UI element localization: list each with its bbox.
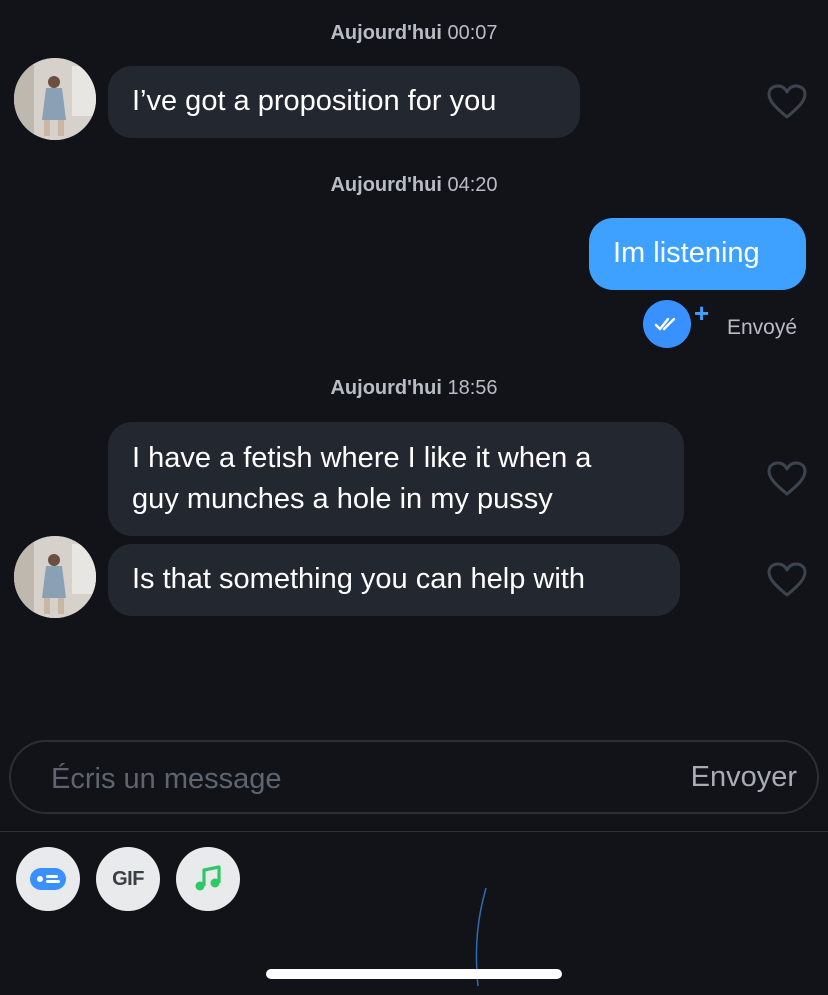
message-text-line: I have a fetish where I like it when a bbox=[132, 442, 592, 474]
double-check-icon bbox=[654, 317, 676, 331]
timestamp: Aujourd'hui 18:56 bbox=[330, 377, 498, 399]
home-indicator[interactable] bbox=[266, 969, 562, 979]
heart-icon[interactable] bbox=[767, 562, 807, 598]
outgoing-message-bubble[interactable]: Im listening bbox=[589, 218, 806, 290]
message-text: Im listening bbox=[613, 237, 760, 269]
incoming-message-bubble[interactable]: I have a fetish where I like it when a g… bbox=[108, 422, 684, 536]
card-icon bbox=[30, 868, 66, 890]
message-input[interactable] bbox=[49, 760, 613, 798]
music-button[interactable] bbox=[176, 847, 240, 911]
sticker-button[interactable] bbox=[16, 847, 80, 911]
heart-icon[interactable] bbox=[767, 84, 807, 120]
message-text: Is that something you can help with bbox=[132, 563, 585, 595]
sent-status: Envoyé bbox=[727, 316, 798, 339]
incoming-message-bubble[interactable]: Is that something you can help with bbox=[108, 544, 680, 616]
read-receipt-icon[interactable] bbox=[643, 300, 691, 348]
message-composer: Envoyer bbox=[9, 740, 819, 814]
avatar[interactable] bbox=[14, 58, 96, 140]
gif-button[interactable]: GIF bbox=[96, 847, 160, 911]
incoming-message-bubble[interactable]: I’ve got a proposition for you bbox=[108, 66, 580, 138]
avatar[interactable] bbox=[14, 536, 96, 618]
gif-label: GIF bbox=[112, 867, 144, 890]
timestamp: Aujourd'hui 00:07 bbox=[330, 22, 498, 44]
divider bbox=[0, 831, 828, 832]
message-text: I’ve got a proposition for you bbox=[132, 85, 497, 117]
timestamp: Aujourd'hui 04:20 bbox=[330, 174, 498, 196]
send-button[interactable]: Envoyer bbox=[691, 761, 797, 794]
music-note-icon bbox=[195, 865, 221, 891]
message-text-line: guy munches a hole in my pussy bbox=[132, 483, 553, 515]
plus-icon[interactable]: + bbox=[694, 298, 709, 329]
heart-icon[interactable] bbox=[767, 461, 807, 497]
